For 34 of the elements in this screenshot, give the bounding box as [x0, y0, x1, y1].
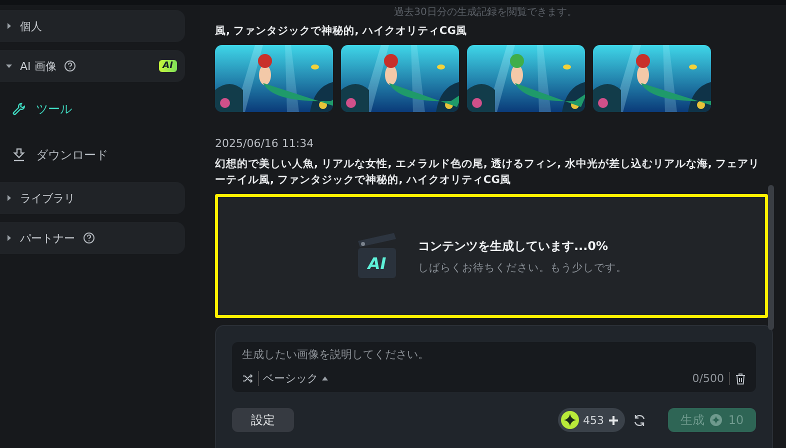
character-counter: 0/500 — [692, 372, 730, 385]
sidebar-item[interactable]: ダウンロード — [0, 136, 185, 174]
refresh-icon[interactable] — [633, 414, 646, 426]
sidebar-group[interactable]: 個人 — [0, 10, 185, 42]
generating-subtitle: しばらくお待ちください。もう少しです。 — [418, 260, 627, 274]
help-icon[interactable] — [83, 232, 95, 244]
prompt-text: 風, ファンタジックで神秘的, ハイクオリティCG風 — [215, 24, 468, 39]
sidebar-group[interactable]: ライブラリ — [0, 182, 185, 214]
caret-icon — [322, 376, 328, 381]
history-notice: 過去30日分の生成記録を閲覧できます。 — [393, 6, 578, 20]
date-text: 2025/06/16 11:34 — [215, 137, 315, 150]
caret-icon — [6, 195, 12, 201]
plus-icon — [608, 414, 619, 426]
trash-icon[interactable] — [735, 372, 746, 384]
sidebar-item[interactable]: ツール — [0, 90, 185, 128]
sidebar-group[interactable]: パートナー — [0, 222, 185, 254]
generating-title: コンテンツを生成しています...0% — [418, 238, 610, 254]
caret-icon — [6, 63, 12, 69]
prompt-text: 幻想的で美しい人魚, リアルな女性, エメラルド色の尾, 透けるフィン, 水中光が差し込むリアルな海, フェアリーテイル風, ファンタジックで神秘的, ハイクオリティCG風 — [215, 156, 761, 188]
sparkle-icon — [561, 411, 579, 429]
download-icon — [12, 148, 26, 162]
shuffle-icon[interactable] — [242, 373, 253, 384]
ai-badge: AI — [158, 60, 177, 72]
credits-button[interactable]: 453 — [558, 408, 625, 432]
settings-button[interactable]: 設定 — [232, 408, 294, 432]
caret-icon — [6, 235, 12, 241]
sparkle-icon — [710, 414, 722, 426]
wrench-icon — [12, 102, 26, 116]
caret-icon — [6, 23, 12, 29]
sidebar-group[interactable]: AI 画像 AI — [0, 50, 185, 82]
mode-dropdown[interactable]: ベーシック — [258, 371, 328, 386]
prompt-field[interactable]: 生成したい画像を説明してください。 ベーシック 0/500 — [232, 342, 756, 392]
scrollbar[interactable] — [768, 185, 774, 330]
help-icon[interactable] — [64, 60, 76, 72]
